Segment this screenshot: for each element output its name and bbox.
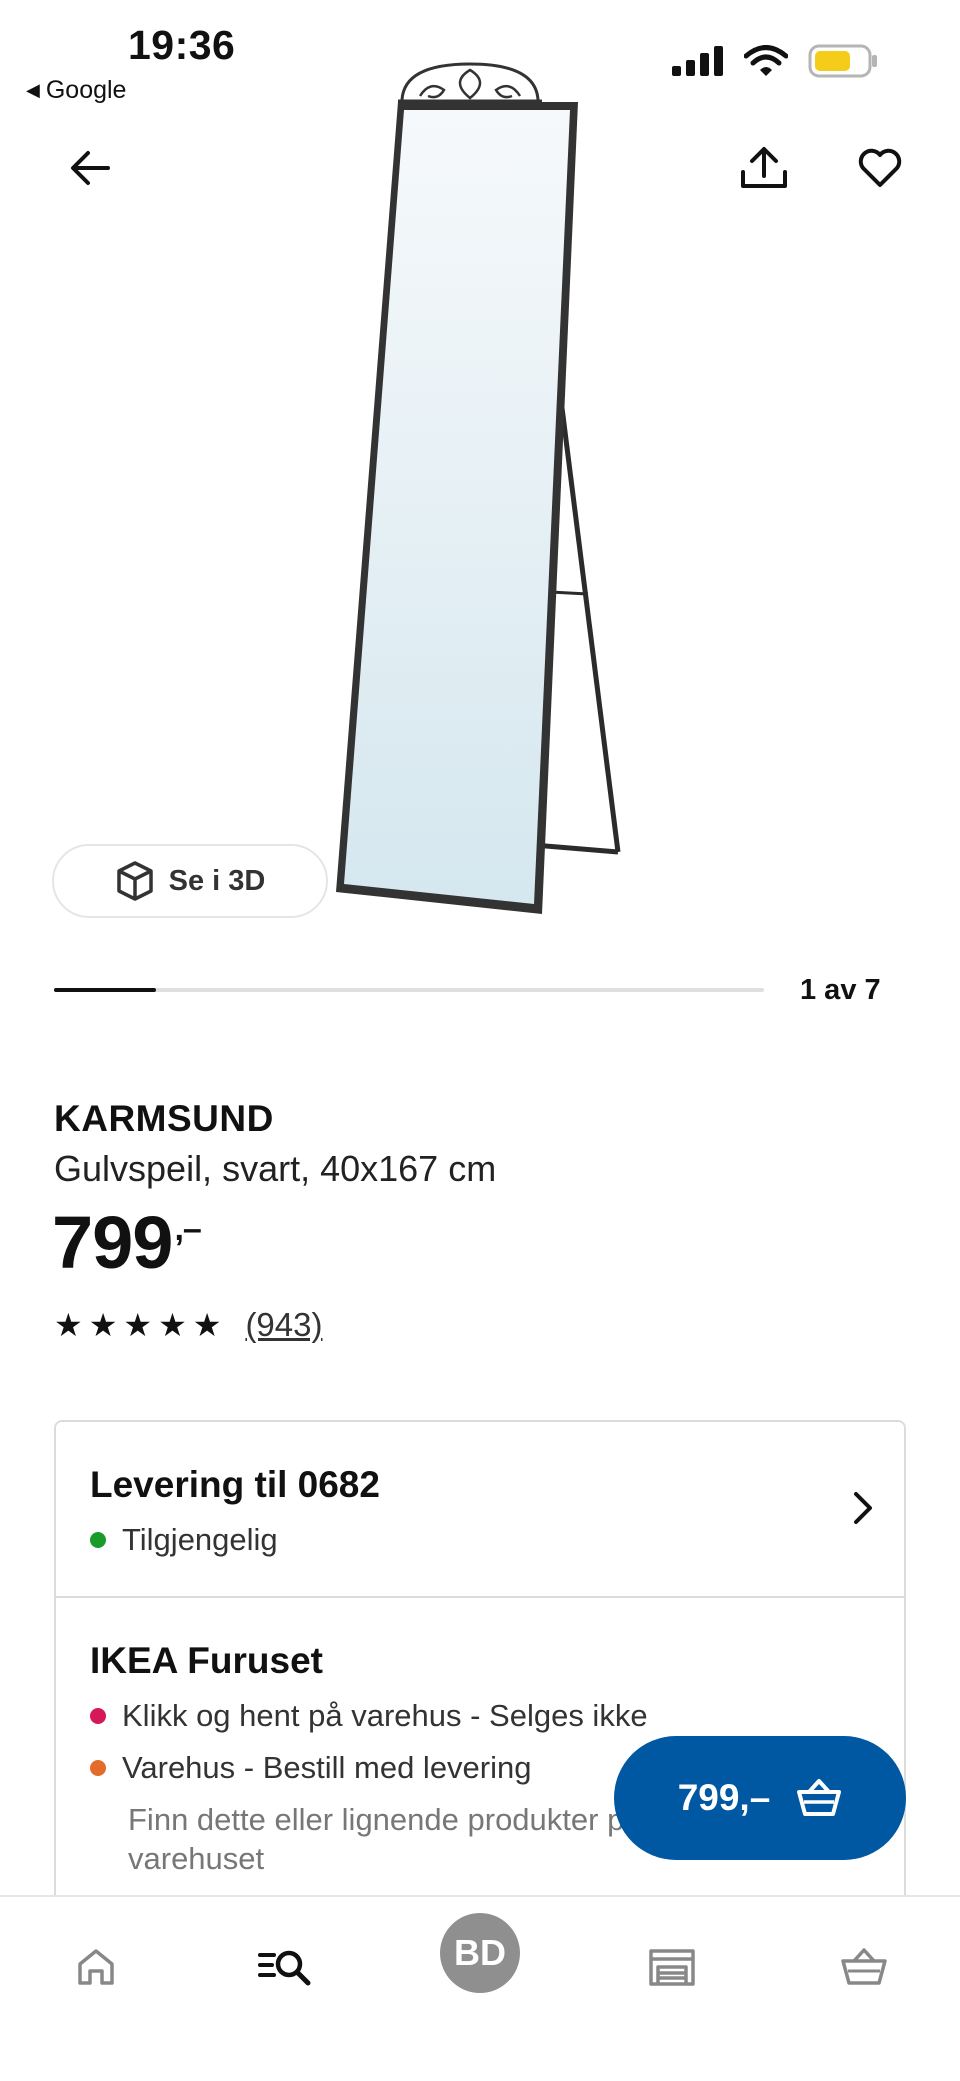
store-icon [649,1949,695,1986]
view-3d-label: Se i 3D [168,864,266,897]
nav-home[interactable] [56,1927,136,2007]
product-description: Gulvspeil, svart, 40x167 cm [54,1148,497,1189]
star-icon: ★ [192,1307,222,1343]
nav-search[interactable] [246,1927,326,2007]
store-line-label: Varehus - Bestill med levering [122,1750,532,1785]
heart-icon [858,148,902,187]
back-app-label: Google [45,76,127,104]
add-to-cart-button[interactable]: 799,– [614,1736,906,1860]
cube-icon [116,861,153,901]
star-icon: ★ [54,1307,83,1343]
back-button[interactable] [58,136,122,200]
star-icon: ★ [123,1307,153,1343]
basket-icon [797,1779,842,1816]
product-rating[interactable]: ★ ★ ★ ★ ★ (943) [54,1306,322,1344]
view-3d-button[interactable]: Se i 3D [52,844,328,918]
star-icon: ★ [158,1307,187,1343]
status-icons [672,44,878,78]
back-to-app-link[interactable]: ◀ Google [26,76,126,105]
share-button[interactable] [732,136,796,200]
cart-button-price: 799,– [677,1777,771,1818]
nav-profile-avatar[interactable]: BD [440,1913,520,1993]
review-count-link[interactable]: (943) [245,1306,322,1344]
store-note: Finn dette eller lignende produkter på v… [128,1802,642,1876]
battery-icon [808,44,877,78]
gallery-progress [54,988,764,992]
gallery-progress-fill [54,988,156,992]
back-triangle-icon: ◀ [26,80,40,100]
nav-stores[interactable] [632,1927,712,2007]
delivery-status-label: Tilgjengelig [122,1522,278,1557]
store-line-label: Klikk og hent på varehus - Selges ikke [122,1698,648,1733]
share-icon [741,147,787,188]
store-line-pickup: Klikk og hent på varehus - Selges ikke [90,1698,648,1734]
product-price: 799 ,– [52,1200,202,1285]
nav-cart[interactable] [824,1927,904,2007]
home-icon [78,1949,114,1985]
status-dot-icon [90,1532,106,1548]
signal-icon [672,46,723,76]
store-line-order: Varehus - Bestill med levering [90,1750,532,1786]
store-title: IKEA Furuset [90,1640,323,1681]
rating-stars: ★ ★ ★ ★ ★ [54,1309,227,1341]
bottom-nav: BD [0,1895,960,2081]
favorite-button[interactable] [848,136,912,200]
star-icon: ★ [88,1307,118,1343]
gallery-position: 1 av 7 [800,974,881,1006]
wifi-icon [744,45,788,76]
delivery-status: Tilgjengelig [90,1522,278,1558]
basket-icon [841,1948,887,1985]
product-brand: KARMSUND [54,1098,274,1139]
delivery-title: Levering til 0682 [90,1464,380,1505]
price-suffix: ,– [174,1210,201,1248]
status-time: 19:36 [128,22,236,68]
chevron-right-icon [854,1492,872,1524]
product-image[interactable] [320,52,640,922]
delivery-section[interactable]: Levering til 0682 Tilgjengelig [56,1422,904,1598]
price-value: 799 [52,1201,173,1284]
search-list-icon [258,1950,311,1986]
status-dot-icon [90,1760,106,1776]
status-dot-icon [90,1708,106,1724]
arrow-left-icon [71,151,110,185]
